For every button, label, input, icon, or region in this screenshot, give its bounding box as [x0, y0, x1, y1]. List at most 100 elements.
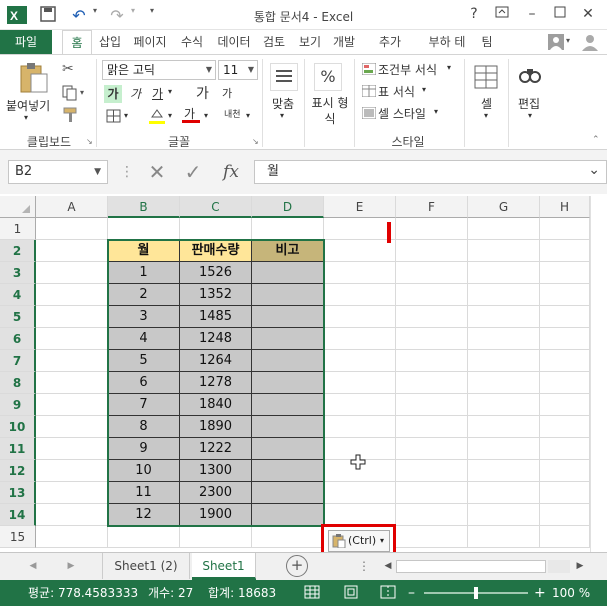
- grid-cell[interactable]: [36, 504, 108, 526]
- grid-cell[interactable]: [324, 394, 396, 416]
- copy-dropdown-icon[interactable]: ▾: [80, 88, 84, 97]
- grid-cell[interactable]: [540, 438, 590, 460]
- table-cell[interactable]: [252, 262, 324, 284]
- grid-cell[interactable]: [324, 284, 396, 306]
- alignment-button[interactable]: 맞춤: [272, 95, 294, 112]
- table-cell[interactable]: 2300: [180, 482, 252, 504]
- cut-icon[interactable]: ✂: [62, 61, 78, 77]
- grid-cell[interactable]: [36, 416, 108, 438]
- bold-button[interactable]: 가: [104, 85, 122, 103]
- grid-cell[interactable]: [540, 416, 590, 438]
- table-cell[interactable]: [252, 438, 324, 460]
- fill-color-icon[interactable]: [148, 107, 166, 125]
- grid-cell[interactable]: [540, 526, 590, 548]
- select-all-corner[interactable]: [0, 196, 36, 218]
- grid-cell[interactable]: [540, 284, 590, 306]
- percent-icon[interactable]: %: [314, 63, 342, 91]
- help-button[interactable]: ?: [462, 4, 486, 24]
- cell-styles-button[interactable]: 셀 스타일: [378, 105, 426, 122]
- table-cell[interactable]: 1222: [180, 438, 252, 460]
- zoom-slider[interactable]: [424, 587, 528, 599]
- row-header-1[interactable]: 1: [0, 218, 36, 240]
- cell-styles-dropdown-icon[interactable]: ▾: [434, 107, 438, 116]
- alignment-dropdown-icon[interactable]: ▾: [280, 111, 284, 120]
- grid-cell[interactable]: [180, 526, 252, 548]
- formula-input[interactable]: 월 ⌄: [254, 160, 607, 184]
- enter-formula-icon[interactable]: ✓: [182, 160, 204, 184]
- table-header-cell[interactable]: 월: [108, 240, 180, 262]
- table-cell[interactable]: 1300: [180, 460, 252, 482]
- table-cell[interactable]: 6: [108, 372, 180, 394]
- table-cell[interactable]: [252, 350, 324, 372]
- alignment-icon[interactable]: [270, 63, 298, 91]
- page-layout-view-icon[interactable]: [344, 585, 358, 599]
- scroll-sheets-left-icon[interactable]: ◀: [26, 553, 40, 579]
- column-header-g[interactable]: G: [468, 196, 540, 218]
- grid-cell[interactable]: [540, 240, 590, 262]
- grid-cell[interactable]: [324, 416, 396, 438]
- grid-cell[interactable]: [540, 372, 590, 394]
- row-header-12[interactable]: 12: [0, 460, 36, 482]
- grid-cell[interactable]: [396, 372, 468, 394]
- tab-addins[interactable]: 추가: [374, 30, 406, 54]
- grid-cell[interactable]: [396, 306, 468, 328]
- font-size-combo[interactable]: 11 ▼: [218, 60, 258, 80]
- grid-cell[interactable]: [468, 306, 540, 328]
- table-cell[interactable]: 1352: [180, 284, 252, 306]
- page-break-view-icon[interactable]: [380, 585, 396, 599]
- grid-cell[interactable]: [36, 306, 108, 328]
- tab-team[interactable]: 팀: [476, 30, 498, 54]
- table-cell[interactable]: 8: [108, 416, 180, 438]
- maximize-button[interactable]: [548, 4, 572, 24]
- grid-cell[interactable]: [108, 526, 180, 548]
- grid-cell[interactable]: [396, 526, 468, 548]
- tab-review[interactable]: 검토: [258, 30, 290, 54]
- table-cell[interactable]: [252, 394, 324, 416]
- table-cell[interactable]: [252, 306, 324, 328]
- grid-cell[interactable]: [396, 482, 468, 504]
- horizontal-scrollbar-track[interactable]: [548, 560, 570, 573]
- grid-cell[interactable]: [36, 284, 108, 306]
- account-dropdown-icon[interactable]: ▾: [566, 36, 570, 45]
- editing-button[interactable]: 편집: [518, 95, 540, 112]
- vertical-scrollbar[interactable]: [590, 196, 607, 552]
- sheet-tab-1[interactable]: Sheet1 (2): [102, 553, 190, 579]
- paste-button[interactable]: 붙여넣기: [6, 97, 50, 114]
- grid-cell[interactable]: [540, 262, 590, 284]
- ribbon-display-options-icon[interactable]: [490, 4, 514, 24]
- grid-cell[interactable]: [468, 372, 540, 394]
- row-header-11[interactable]: 11: [0, 438, 36, 460]
- expand-formula-icon[interactable]: ⌄: [588, 159, 600, 181]
- scroll-right-icon[interactable]: ▶: [574, 553, 586, 579]
- grid-cell[interactable]: [36, 526, 108, 548]
- grid-cell[interactable]: [36, 218, 108, 240]
- table-cell[interactable]: 2: [108, 284, 180, 306]
- table-cell[interactable]: [252, 482, 324, 504]
- conditional-format-button[interactable]: 조건부 서식: [378, 61, 437, 78]
- grid-cell[interactable]: [468, 240, 540, 262]
- column-header-b[interactable]: B: [108, 196, 180, 218]
- grid-cell[interactable]: [396, 438, 468, 460]
- row-header-4[interactable]: 4: [0, 284, 36, 306]
- grid-cell[interactable]: [540, 306, 590, 328]
- table-cell[interactable]: 3: [108, 306, 180, 328]
- paste-options-button[interactable]: (Ctrl) ▾: [328, 530, 390, 552]
- phonetic-dropdown-icon[interactable]: ▾: [246, 111, 250, 120]
- font-launcher-icon[interactable]: ↘: [252, 137, 259, 146]
- row-header-3[interactable]: 3: [0, 262, 36, 284]
- table-cell[interactable]: 4: [108, 328, 180, 350]
- grid-cell[interactable]: [252, 526, 324, 548]
- grid-cell[interactable]: [36, 240, 108, 262]
- table-header-cell[interactable]: 비고: [252, 240, 324, 262]
- grid-cell[interactable]: [396, 262, 468, 284]
- tab-data[interactable]: 데이터: [212, 30, 256, 54]
- grow-font-button[interactable]: 가: [196, 83, 209, 103]
- fill-color-dropdown-icon[interactable]: ▾: [168, 111, 172, 120]
- row-header-6[interactable]: 6: [0, 328, 36, 350]
- font-name-combo[interactable]: 맑은 고딕 ▼: [102, 60, 216, 80]
- underline-dropdown-icon[interactable]: ▾: [168, 87, 172, 96]
- tab-developer[interactable]: 개발: [328, 30, 360, 54]
- grid-cell[interactable]: [180, 218, 252, 240]
- column-header-h[interactable]: H: [540, 196, 590, 218]
- grid-cell[interactable]: [540, 350, 590, 372]
